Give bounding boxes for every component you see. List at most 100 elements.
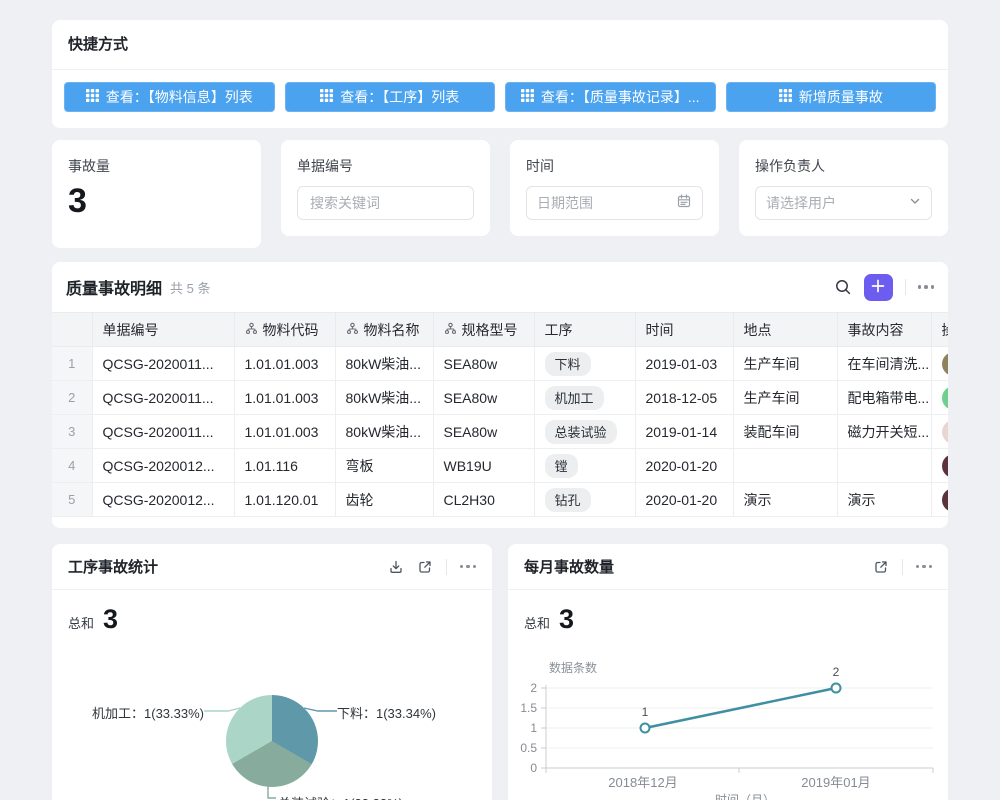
- table-header-bar: 质量事故明细 共 5 条: [52, 262, 948, 312]
- add-record-button[interactable]: [864, 274, 893, 301]
- shortcut-label: 查看：【物料信息】列表: [106, 87, 253, 107]
- table-more-button[interactable]: [918, 285, 935, 289]
- avatar: [942, 454, 949, 478]
- quality-accident-table: 单据编号 物料代码 物料名称 规格型号 工序 时间 地点 事故内容 操作负责人 …: [52, 312, 948, 517]
- grid-icon: [320, 89, 333, 105]
- accident-count-value: 3: [52, 176, 261, 218]
- pie-chart-tools: [388, 559, 477, 575]
- divider: [905, 279, 906, 295]
- line-chart-area: 数据条数 2 1.5 1 0.: [508, 590, 948, 800]
- data-point[interactable]: [832, 684, 841, 693]
- y-tick: 0.5: [520, 741, 537, 755]
- shortcut-view-material-list-button[interactable]: 查看：【物料信息】列表: [64, 82, 275, 112]
- pie-chart-area: 机加工：1(33.33%) 下料：1(33.34%) 总装试验：1(33.33%…: [52, 590, 492, 800]
- y-tick: 1: [530, 721, 537, 735]
- grid-icon: [86, 89, 99, 105]
- process-tag: 机加工: [545, 386, 604, 410]
- col-doc-number: 单据编号: [92, 313, 234, 347]
- x-tick: 2019年01月: [801, 775, 870, 790]
- relation-icon: [346, 322, 359, 338]
- line-chart-more-button[interactable]: [916, 565, 933, 569]
- avatar: [942, 352, 949, 376]
- pie-label-machining: 机加工：1(33.33%): [92, 703, 204, 722]
- shortcuts-title: 快捷方式: [52, 20, 948, 70]
- line-chart-title: 每月事故数量: [524, 556, 614, 577]
- shortcut-new-quality-accident-button[interactable]: 新增质量事故: [726, 82, 937, 112]
- table-row[interactable]: 3 QCSG-2020011... 1.01.01.003 80kW柴油... …: [52, 415, 948, 449]
- date-range-placeholder: 日期范围: [537, 193, 676, 213]
- relation-icon: [245, 322, 258, 338]
- dashboard-page: 快捷方式 查看：【物料信息】列表 查看：【工序】列表 查看：【质量事故记录】..…: [0, 0, 1000, 800]
- shortcuts-card: 快捷方式 查看：【物料信息】列表 查看：【工序】列表 查看：【质量事故记录】..…: [52, 20, 948, 128]
- open-in-new-icon[interactable]: [873, 559, 889, 575]
- table-row-count: 共 5 条: [170, 278, 210, 297]
- calendar-icon: [676, 193, 692, 214]
- y-axis-title: 数据条数: [549, 660, 597, 675]
- pie-chart-title: 工序事故统计: [68, 556, 158, 577]
- table-row[interactable]: 4 QCSG-2020012... 1.01.116 弯板 WB19U 镗 20…: [52, 449, 948, 483]
- col-spec-model: 规格型号: [433, 313, 534, 347]
- pie-label-assembly-test: 总装试验：1(33.33%): [278, 793, 403, 800]
- time-label: 时间: [510, 140, 719, 176]
- relation-icon: [444, 322, 457, 338]
- grid-icon: [521, 89, 534, 105]
- shortcut-view-process-list-button[interactable]: 查看：【工序】列表: [285, 82, 496, 112]
- divider: [902, 559, 903, 575]
- doc-number-label: 单据编号: [281, 140, 490, 176]
- pie-label-cutting: 下料：1(33.34%): [337, 703, 436, 722]
- col-time: 时间: [635, 313, 733, 347]
- table-row[interactable]: 1 QCSG-2020011... 1.01.01.003 80kW柴油... …: [52, 347, 948, 381]
- row-number-header: [52, 313, 92, 347]
- doc-number-input-wrap: [297, 186, 474, 220]
- table-tools: [834, 274, 935, 301]
- process-tag: 下料: [545, 352, 591, 376]
- open-in-new-icon[interactable]: [417, 559, 433, 575]
- col-material-name: 物料名称: [335, 313, 433, 347]
- process-tag: 总装试验: [545, 420, 617, 444]
- table-header-row: 单据编号 物料代码 物料名称 规格型号 工序 时间 地点 事故内容 操作负责人: [52, 313, 948, 347]
- accident-count-label: 事故量: [52, 140, 261, 176]
- process-tag: 钻孔: [545, 488, 591, 512]
- operator-label: 操作负责人: [739, 140, 948, 176]
- operator-user-select[interactable]: 请选择用户: [755, 186, 932, 220]
- x-axis-title: 时间（月）: [715, 793, 775, 800]
- shortcut-label: 查看：【工序】列表: [340, 87, 459, 107]
- col-content: 事故内容: [837, 313, 931, 347]
- pie-chart[interactable]: [226, 695, 318, 787]
- monthly-accident-count-card: 每月事故数量 总和 3 数据条数: [508, 544, 948, 800]
- table-row[interactable]: 5 QCSG-2020012... 1.01.120.01 齿轮 CL2H30 …: [52, 483, 948, 517]
- table-row[interactable]: 2 QCSG-2020011... 1.01.01.003 80kW柴油... …: [52, 381, 948, 415]
- avatar: [942, 386, 949, 410]
- point-label: 2: [833, 665, 840, 679]
- col-place: 地点: [733, 313, 837, 347]
- process-tag: 镗: [545, 454, 578, 478]
- grid-icon: [779, 89, 792, 105]
- doc-number-search-input[interactable]: [308, 194, 463, 212]
- table-title: 质量事故明细: [66, 275, 162, 299]
- y-tick: 2: [530, 681, 537, 695]
- table-scroll-area[interactable]: 单据编号 物料代码 物料名称 规格型号 工序 时间 地点 事故内容 操作负责人 …: [52, 312, 948, 517]
- pie-chart-header: 工序事故统计: [52, 544, 492, 590]
- pie-chart-more-button[interactable]: [460, 565, 477, 569]
- operator-filter-card: 操作负责人 请选择用户: [739, 140, 948, 236]
- line-chart-tools: [873, 559, 933, 575]
- line-chart-header: 每月事故数量: [508, 544, 948, 590]
- shortcut-view-quality-records-button[interactable]: 查看：【质量事故记录】...: [505, 82, 716, 112]
- date-range-input[interactable]: 日期范围: [526, 186, 703, 220]
- avatar: [942, 488, 949, 512]
- process-accident-stats-card: 工序事故统计 总和 3 机加工：1(33.33%) 下料：1(33.34%) 总…: [52, 544, 492, 800]
- y-tick: 0: [530, 761, 537, 775]
- shortcut-label: 查看：【质量事故记录】...: [541, 87, 700, 107]
- col-operator: 操作负责人: [931, 313, 948, 347]
- doc-number-filter-card: 单据编号: [281, 140, 490, 236]
- divider: [446, 559, 447, 575]
- data-point[interactable]: [641, 724, 650, 733]
- avatar: [942, 420, 949, 444]
- x-tick: 2018年12月: [608, 775, 677, 790]
- operator-select-placeholder: 请选择用户: [766, 193, 909, 213]
- y-tick: 1.5: [520, 701, 537, 715]
- chevron-down-icon: [909, 194, 921, 212]
- download-icon[interactable]: [388, 559, 404, 575]
- search-icon[interactable]: [834, 278, 852, 296]
- point-label: 1: [642, 705, 649, 719]
